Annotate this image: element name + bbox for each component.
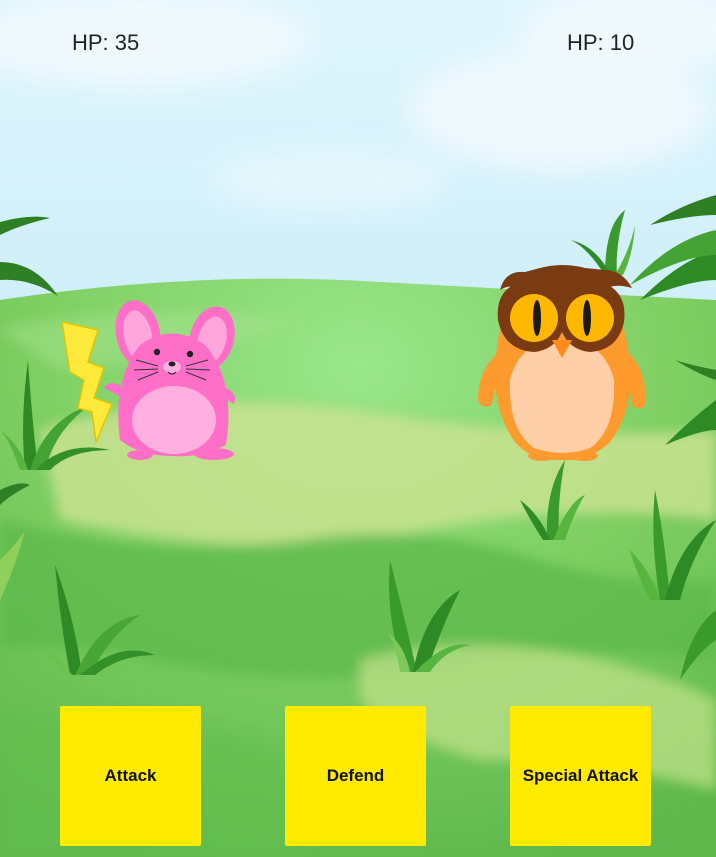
defend-button[interactable]: Defend <box>285 706 426 846</box>
special-attack-button[interactable]: Special Attack <box>510 706 651 846</box>
enemy-hp-text: HP: 10 <box>567 30 635 55</box>
player-hp-text: HP: 35 <box>72 30 140 55</box>
attack-button[interactable]: Attack <box>60 706 201 846</box>
